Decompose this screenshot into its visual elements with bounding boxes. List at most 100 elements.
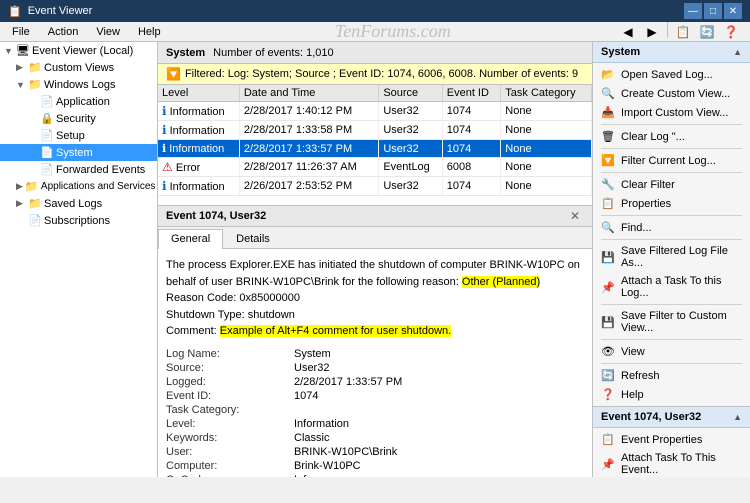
table-row[interactable]: ℹ Information 2/28/2017 1:40:12 PM User3…: [158, 102, 592, 121]
maximize-button[interactable]: □: [704, 3, 722, 19]
sidebar-label: Applications and Services Logs: [41, 181, 157, 192]
separator: [601, 304, 742, 305]
action-label: Save Filter to Custom View...: [621, 310, 742, 334]
folder-icon: 📁: [28, 197, 42, 210]
action-label: Filter Current Log...: [621, 155, 716, 167]
sidebar-label: Event Viewer (Local): [32, 45, 133, 57]
info-icon: ℹ: [162, 123, 167, 137]
action-filter-log[interactable]: 🔽 Filter Current Log...: [593, 151, 750, 170]
help-icon: ❓: [601, 388, 615, 401]
col-source[interactable]: Source: [379, 85, 442, 102]
menu-action[interactable]: Action: [40, 24, 87, 40]
sidebar-item-event-viewer[interactable]: ▼ 🖥 Event Viewer (Local): [0, 42, 157, 59]
sidebar-item-security[interactable]: ▶ 🔒 Security: [0, 110, 157, 127]
action-label: Import Custom View...: [621, 107, 728, 119]
actions-system-title[interactable]: System ▲: [593, 42, 750, 63]
action-clear-log[interactable]: 🗑 Clear Log "...: [593, 127, 750, 146]
title-bar-controls: — □ ✕: [684, 3, 742, 19]
log-icon: 📄: [28, 214, 42, 227]
toolbar-action2[interactable]: 🔄: [696, 22, 718, 42]
expand-icon: ▶: [16, 198, 26, 209]
table-row[interactable]: ⚠ Error 2/28/2017 11:26:37 AM EventLog 6…: [158, 158, 592, 177]
action-properties[interactable]: 📋 Properties: [593, 194, 750, 213]
minimize-button[interactable]: —: [684, 3, 702, 19]
tab-general[interactable]: General: [158, 229, 223, 249]
toolbar-forward[interactable]: ▶: [641, 22, 663, 42]
sidebar-item-app-services[interactable]: ▶ 📁 Applications and Services Logs: [0, 178, 157, 195]
action-import-custom-view[interactable]: 📥 Import Custom View...: [593, 103, 750, 122]
separator: [601, 172, 742, 173]
toolbar-back[interactable]: ◀: [617, 22, 639, 42]
expand-icon: ▼: [16, 80, 26, 90]
col-datetime[interactable]: Date and Time: [239, 85, 378, 102]
action-help[interactable]: ❓ Help: [593, 385, 750, 404]
cell-level: ℹ Information: [158, 102, 239, 121]
log-icon: 📄: [40, 95, 54, 108]
field-level: Information: [294, 418, 584, 430]
sidebar-item-subscriptions[interactable]: ▶ 📄 Subscriptions: [0, 212, 157, 229]
col-eventid[interactable]: Event ID: [442, 85, 501, 102]
log-name: System: [166, 47, 205, 59]
action-label: Create Custom View...: [621, 88, 730, 100]
table-row[interactable]: ℹ Information 2/26/2017 2:53:52 PM User3…: [158, 177, 592, 196]
action-refresh[interactable]: 🔄 Refresh: [593, 366, 750, 385]
action-save-filter-custom[interactable]: 💾 Save Filter to Custom View...: [593, 307, 750, 337]
event-detail-title: Event 1074, User32: [166, 210, 266, 222]
menu-view[interactable]: View: [88, 24, 128, 40]
toolbar-help[interactable]: ❓: [720, 22, 742, 42]
close-detail-button[interactable]: ✕: [566, 209, 584, 223]
action-attach-task[interactable]: 📌 Attach a Task To this Log...: [593, 272, 750, 302]
sidebar-item-custom-views[interactable]: ▶ 📁 Custom Views: [0, 59, 157, 76]
actions-event-title[interactable]: Event 1074, User32 ▲: [593, 407, 750, 428]
main-layout: ▼ 🖥 Event Viewer (Local) ▶ 📁 Custom View…: [0, 42, 750, 477]
field-logged: 2/28/2017 1:33:57 PM: [294, 376, 584, 388]
info-icon: ℹ: [162, 143, 166, 155]
action-save-filtered-log[interactable]: 💾 Save Filtered Log File As...: [593, 242, 750, 272]
sidebar-item-saved-logs[interactable]: ▶ 📁 Saved Logs: [0, 195, 157, 212]
col-level[interactable]: Level: [158, 85, 239, 102]
action-label: View: [621, 346, 645, 358]
separator: [601, 363, 742, 364]
cell-eventid: 1074: [442, 140, 501, 158]
action-clear-filter[interactable]: 🔧 Clear Filter: [593, 175, 750, 194]
highlight-reason: Other (Planned): [462, 276, 540, 288]
toolbar-action1[interactable]: 📋: [672, 22, 694, 42]
actions-system-label: System: [601, 46, 640, 58]
action-create-custom-view[interactable]: 🔍 Create Custom View...: [593, 84, 750, 103]
event-table-container[interactable]: Level Date and Time Source Event ID Task…: [158, 85, 592, 205]
sidebar-item-system[interactable]: ▶ 📄 System: [0, 144, 157, 161]
table-row-selected[interactable]: ℹ Information 2/28/2017 1:33:57 PM User3…: [158, 140, 592, 158]
sidebar-label: Windows Logs: [44, 79, 116, 91]
field-source: User32: [294, 362, 584, 374]
close-button[interactable]: ✕: [724, 3, 742, 19]
action-attach-task-event[interactable]: 📌 Attach Task To This Event...: [593, 449, 750, 477]
error-icon: ⚠: [162, 160, 173, 174]
sidebar-item-windows-logs[interactable]: ▼ 📁 Windows Logs: [0, 76, 157, 93]
action-label: Help: [621, 389, 644, 401]
event-detail-panel: Event 1074, User32 ✕ General Details The…: [158, 205, 592, 477]
actions-panel: System ▲ 📂 Open Saved Log... 🔍 Create Cu…: [592, 42, 750, 477]
menu-help[interactable]: Help: [130, 24, 169, 40]
table-row[interactable]: ℹ Information 2/28/2017 1:33:58 PM User3…: [158, 121, 592, 140]
computer-icon: 🖥: [16, 44, 30, 57]
menu-file[interactable]: File: [4, 24, 38, 40]
filter-bar: 🔽 Filtered: Log: System; Source ; Event …: [158, 64, 592, 85]
log-header: System Number of events: 1,010: [158, 42, 592, 64]
sidebar-item-application[interactable]: ▶ 📄 Application: [0, 93, 157, 110]
col-category[interactable]: Task Category: [501, 85, 592, 102]
info-icon: ℹ: [162, 179, 167, 193]
field-label: Keywords:: [166, 432, 286, 444]
log-count: Number of events: 1,010: [213, 47, 333, 59]
action-find[interactable]: 🔍 Find...: [593, 218, 750, 237]
cell-eventid: 6008: [442, 158, 501, 177]
detail-content: The process Explorer.EXE has initiated t…: [158, 249, 592, 477]
action-view[interactable]: 👁 View: [593, 342, 750, 361]
action-open-saved-log[interactable]: 📂 Open Saved Log...: [593, 65, 750, 84]
sidebar-item-setup[interactable]: ▶ 📄 Setup: [0, 127, 157, 144]
tab-details[interactable]: Details: [223, 229, 283, 248]
action-event-properties[interactable]: 📋 Event Properties: [593, 430, 750, 449]
sidebar-item-forwarded[interactable]: ▶ 📄 Forwarded Events: [0, 161, 157, 178]
security-icon: 🔒: [40, 112, 54, 125]
properties-icon: 📋: [601, 197, 615, 210]
event-table: Level Date and Time Source Event ID Task…: [158, 85, 592, 196]
